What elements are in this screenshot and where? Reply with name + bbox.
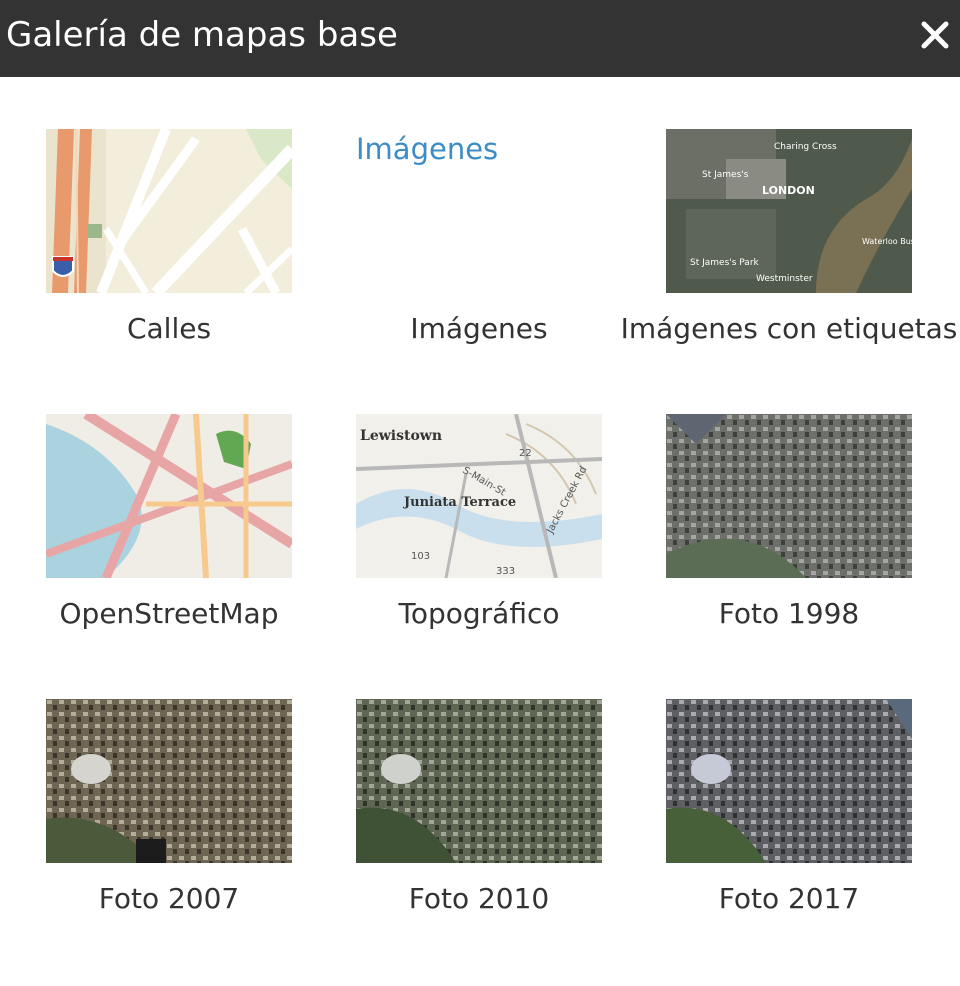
basemap-thumbnail-calles bbox=[46, 129, 292, 293]
thumb-label: 103 bbox=[411, 551, 430, 562]
basemap-label: Imágenes bbox=[410, 312, 548, 345]
basemap-label: Foto 1998 bbox=[718, 597, 860, 630]
basemap-item-foto-2017[interactable]: Foto 2017 bbox=[620, 647, 930, 932]
thumb-label: Lewistown bbox=[360, 428, 442, 444]
thumb-label: Waterloo Business Centre bbox=[862, 237, 912, 246]
basemap-item-foto-2007[interactable]: Foto 2007 bbox=[0, 647, 310, 932]
thumb-label: 333 bbox=[496, 566, 515, 577]
basemap-label: Foto 2007 bbox=[98, 882, 240, 915]
thumb-label: Charing Cross bbox=[774, 142, 837, 152]
thumb-label: St James's Park bbox=[690, 258, 760, 268]
basemap-label: Topográfico bbox=[398, 597, 560, 630]
basemap-label: Imágenes con etiquetas bbox=[620, 312, 958, 345]
basemap-thumbnail-topo: Lewistown Juniata Terrace S-Main-St Jack… bbox=[356, 414, 602, 578]
thumb-label: Westminster bbox=[756, 274, 813, 284]
basemap-label: OpenStreetMap bbox=[59, 597, 279, 630]
thumb-label: 22 bbox=[519, 448, 532, 459]
basemap-item-foto-1998[interactable]: Foto 1998 bbox=[620, 362, 930, 647]
basemap-thumbnail-imagery-labels: Charing Cross St James's LONDON Waterloo… bbox=[666, 129, 912, 293]
dialog-title: Galería de mapas base bbox=[6, 15, 398, 55]
basemap-gallery: Calles Imágenes Imágenes Charing Cross S… bbox=[0, 77, 960, 986]
thumb-label: St James's bbox=[702, 170, 749, 180]
basemap-item-foto-2010[interactable]: Foto 2010 bbox=[310, 647, 620, 932]
close-icon bbox=[921, 21, 949, 49]
basemap-item-imagenes[interactable]: Imágenes Imágenes bbox=[310, 77, 620, 362]
close-button[interactable] bbox=[914, 14, 956, 56]
basemap-item-topografico[interactable]: Lewistown Juniata Terrace S-Main-St Jack… bbox=[310, 362, 620, 647]
basemap-label: Calles bbox=[126, 312, 212, 345]
dialog-header: Galería de mapas base bbox=[0, 0, 960, 77]
basemap-thumbnail-aerial-2017 bbox=[666, 699, 912, 863]
basemap-item-openstreetmap[interactable]: OpenStreetMap bbox=[0, 362, 310, 647]
basemap-item-calles[interactable]: Calles bbox=[0, 77, 310, 362]
thumb-label: LONDON bbox=[762, 184, 815, 197]
basemap-label: Foto 2010 bbox=[408, 882, 550, 915]
basemap-item-imagenes-con-etiquetas[interactable]: Charing Cross St James's LONDON Waterloo… bbox=[620, 77, 957, 362]
basemap-thumbnail-aerial-2010 bbox=[356, 699, 602, 863]
basemap-thumbnail-aerial-1998 bbox=[666, 414, 912, 578]
basemap-thumbnail-alt: Imágenes bbox=[356, 132, 499, 166]
thumb-label: Juniata Terrace bbox=[403, 495, 516, 510]
basemap-thumbnail-osm bbox=[46, 414, 292, 578]
basemap-thumbnail-aerial-2007 bbox=[46, 699, 292, 863]
basemap-label: Foto 2017 bbox=[718, 882, 860, 915]
